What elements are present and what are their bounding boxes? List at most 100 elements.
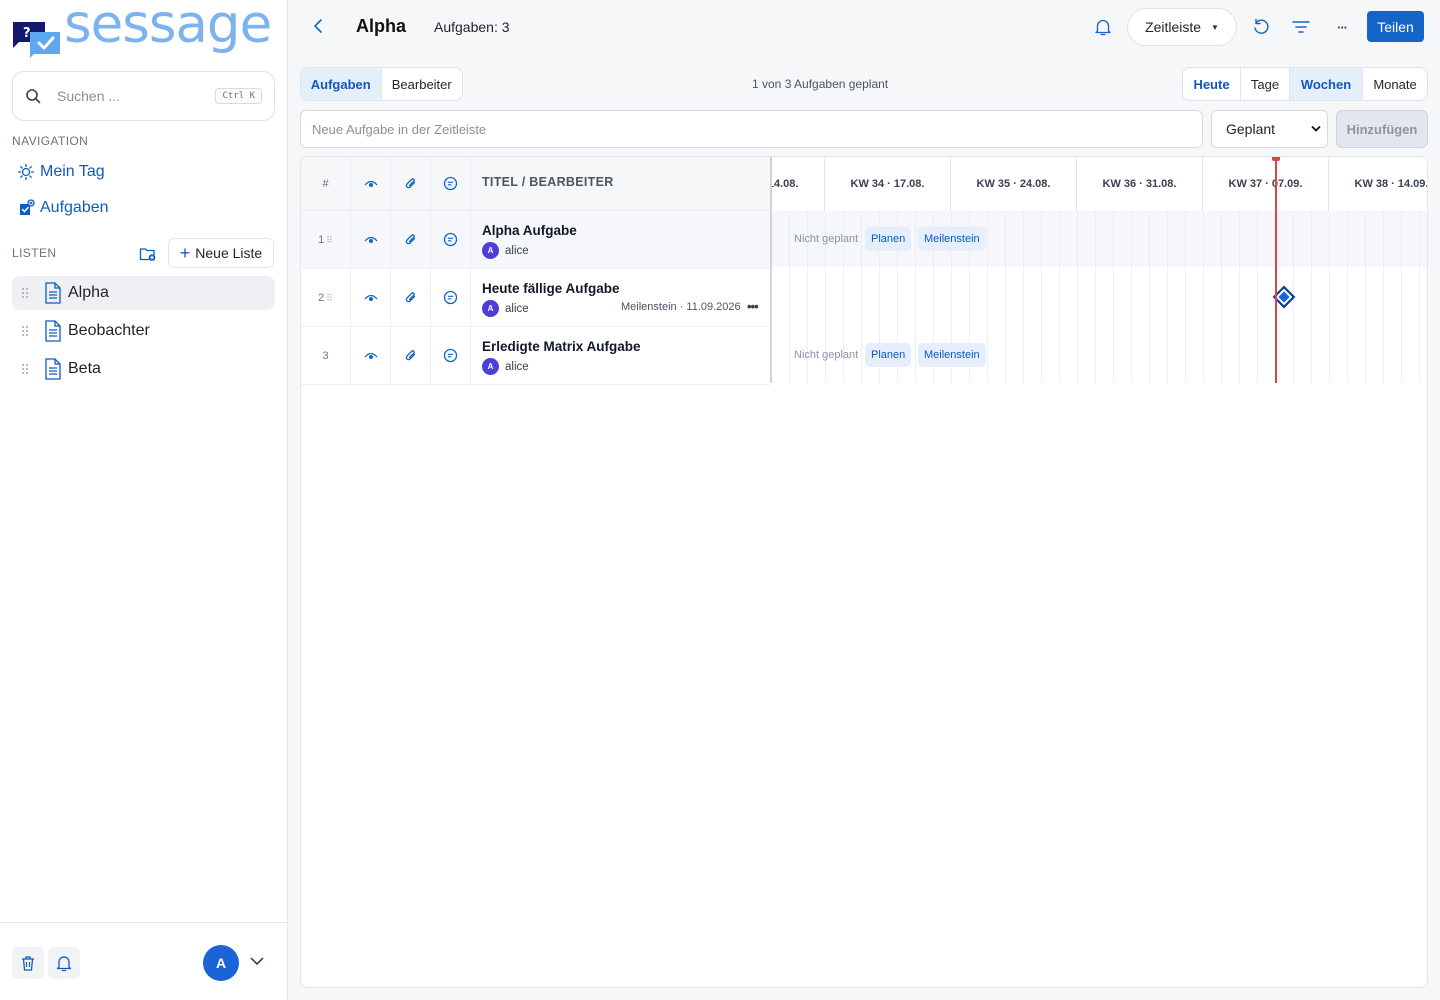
tab-heute[interactable]: Heute [1183,68,1241,100]
milestone-button[interactable]: Meilenstein [918,227,986,251]
row-number-value: 1 [318,233,325,246]
add-task-button[interactable]: Hinzufügen [1336,110,1428,148]
tab-monate[interactable]: Monate [1363,68,1427,100]
notifications-button[interactable] [48,947,80,979]
attachment-button[interactable] [391,211,431,268]
share-button[interactable]: Teilen [1367,11,1424,42]
eye-icon [364,235,378,245]
new-folder-button[interactable] [133,239,163,269]
sidebar-list-beobachter[interactable]: Beobachter [12,314,275,348]
refresh-icon [1252,18,1270,36]
task-title[interactable]: Erledigte Matrix Aufgabe [482,339,641,354]
day-gridline [1239,211,1240,383]
tab-wochen[interactable]: Wochen [1290,68,1363,100]
day-gridline [1041,211,1042,383]
day-gridline [1401,211,1402,383]
eye-icon [364,179,378,189]
drag-handle-icon[interactable]: ⠿ [326,235,333,245]
nav-item-label: Mein Tag [40,163,105,180]
page-title: Alpha [356,16,407,36]
attachment-button[interactable] [391,327,431,384]
tab-aufgaben[interactable]: Aufgaben [301,68,382,100]
today-marker [1275,157,1277,383]
watch-toggle[interactable] [351,211,391,268]
more-horizontal-icon[interactable]: ••• [747,299,759,314]
plan-button[interactable]: Planen [865,227,912,251]
status-select[interactable]: Geplant [1211,110,1328,148]
document-icon [44,282,62,304]
task-title[interactable]: Alpha Aufgabe [482,223,577,238]
milestone-button[interactable]: Meilenstein [918,343,986,367]
col-comment-header [431,157,471,210]
comment-icon [443,176,458,191]
sidebar-footer: A [0,922,288,1000]
comment-button[interactable] [431,327,471,384]
row-number: 2 ⠿ [301,269,351,326]
comment-button[interactable] [431,269,471,326]
column-label: # [322,177,329,190]
bell-icon [1094,18,1112,36]
unscheduled-label: Nicht geplant [794,349,859,361]
day-gridline [1185,211,1186,383]
plus-icon: + [179,243,191,263]
new-task-input[interactable]: Neue Aufgabe in der Zeitleiste [300,110,1203,148]
avatar: A [482,358,499,375]
filter-icon [1292,20,1310,34]
nav-item-aufgaben[interactable]: Aufgaben [12,192,275,224]
tab-tage[interactable]: Tage [1241,68,1290,100]
sidebar-list-alpha[interactable]: Alpha [12,276,275,310]
drag-handle-icon[interactable] [22,288,32,298]
day-gridline [1095,211,1096,383]
week-header: KW 37 · 07.09. [1203,157,1329,211]
view-select[interactable]: Zeitleiste ▼ [1127,8,1237,46]
drag-handle-icon[interactable] [22,364,32,374]
back-arrow-icon[interactable] [313,18,323,34]
day-gridline [987,211,988,383]
table-row[interactable]: 2 ⠿ Heute fällige Aufgabe Aalice Meilenst… [301,269,770,327]
new-list-button[interactable]: + Neue Liste [168,238,274,268]
nav-item-mein-tag[interactable]: Mein Tag [12,156,275,188]
attachment-button[interactable] [391,269,431,326]
table-row[interactable]: 1 ⠿ Alpha Aufgabe Aalice [301,211,770,269]
plan-button[interactable]: Planen [865,343,912,367]
sidebar-list-beta[interactable]: Beta [12,352,275,386]
day-gridline [1221,211,1222,383]
table-row[interactable]: 3 Erledigte Matrix Aufgabe Aalice [301,327,770,385]
timeline-board: # TITEL / BEARBEITER 1 ⠿ Alpha Aufgabe Aa… [300,156,1428,988]
row-number-value: 3 [322,349,329,362]
trash-button[interactable] [12,947,44,979]
top-bar: Alpha Aufgaben: 3 Zeitleiste ▼ ··· Teile… [289,0,1440,54]
avatar: A [482,300,499,317]
more-options-button[interactable]: ··· [1328,13,1356,41]
search-input[interactable]: Suchen ... Ctrl K [12,71,275,121]
task-title[interactable]: Heute fällige Aufgabe [482,281,620,296]
search-placeholder: Suchen ... [57,88,121,104]
filter-button[interactable] [1287,13,1315,41]
chevron-down-icon[interactable] [250,957,264,966]
list-label: Beta [68,360,101,377]
comment-icon [443,290,458,305]
watch-toggle[interactable] [351,327,391,384]
eye-icon [364,293,378,303]
col-title-header[interactable]: TITEL / BEARBEITER [482,175,614,189]
day-gridline [915,211,916,383]
day-gridline [1257,211,1258,383]
app-logo[interactable]: ? sessage [12,0,282,58]
refresh-button[interactable] [1247,13,1275,41]
notifications-button[interactable] [1089,13,1117,41]
task-assignee: Aalice [482,358,529,375]
watch-toggle[interactable] [351,269,391,326]
tab-bearbeiter[interactable]: Bearbeiter [382,68,463,100]
drag-handle-icon[interactable]: ⠿ [326,293,333,303]
timeline-grid: KW 33 · 14.08. KW 34 · 17.08. KW 35 · 24… [772,157,1427,383]
drag-handle-icon[interactable] [22,326,32,336]
paperclip-icon [405,177,417,191]
zoom-tabs: Heute Tage Wochen Monate [1182,67,1428,101]
week-header: KW 36 · 31.08. [1077,157,1203,211]
day-gridline [789,211,790,383]
user-avatar[interactable]: A [203,945,239,981]
col-watch-header [351,157,391,210]
comment-button[interactable] [431,211,471,268]
assignee-name: alice [505,302,529,315]
mode-tabs: Aufgaben Bearbeiter [300,67,463,101]
